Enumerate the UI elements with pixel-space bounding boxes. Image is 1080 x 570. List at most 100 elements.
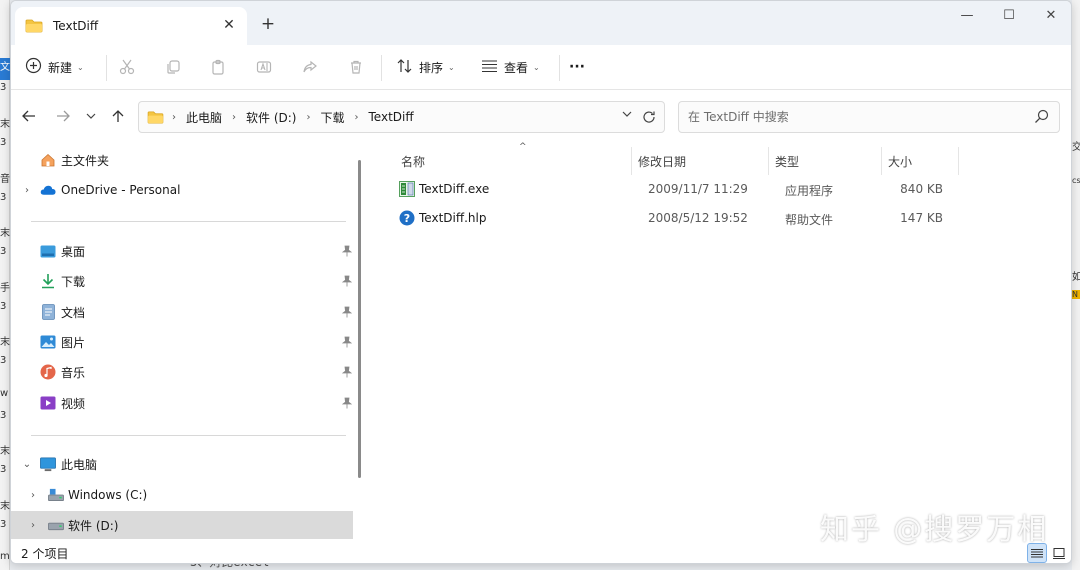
column-header-modified[interactable]: 修改日期 <box>638 147 686 175</box>
column-divider[interactable] <box>631 147 632 175</box>
sidebar-item-onedrive[interactable]: › OneDrive - Personal <box>11 176 353 204</box>
title-bar: TextDiff ✕ + — ☐ ✕ <box>11 1 1071 45</box>
breadcrumb-downloads[interactable]: 下载 <box>320 109 344 126</box>
bg-fragment: 3 <box>0 519 7 530</box>
file-name: TextDiff.exe <box>419 182 490 196</box>
pin-icon[interactable] <box>341 274 353 288</box>
sort-button[interactable]: 排序 ⌄ <box>396 53 455 81</box>
chevron-down-icon[interactable]: ⌄ <box>21 459 33 470</box>
sidebar-item-downloads[interactable]: 下载 <box>11 267 353 295</box>
navigation-pane: 主文件夹 › OneDrive - Personal 桌面 下载 文档 图片 音… <box>11 142 363 541</box>
pin-icon[interactable] <box>341 305 353 319</box>
bg-fragment: 末 <box>0 337 10 348</box>
column-header-size[interactable]: 大小 <box>888 147 912 175</box>
paste-icon[interactable] <box>207 56 229 78</box>
bg-fragment: 末 <box>0 228 10 239</box>
toolbar-divider <box>381 55 382 81</box>
search-box[interactable] <box>678 101 1060 133</box>
chevron-down-icon: ⌄ <box>533 62 540 72</box>
music-icon <box>40 364 56 380</box>
cloud-icon <box>40 182 56 198</box>
forward-button[interactable] <box>53 106 73 126</box>
column-divider[interactable] <box>958 147 959 175</box>
drive-icon <box>48 517 64 533</box>
share-icon[interactable] <box>299 56 321 78</box>
sidebar-divider <box>31 435 346 436</box>
address-history-dropdown[interactable] <box>622 110 632 121</box>
file-row[interactable]: TextDiff.exe 2009/11/7 11:29 应用程序 840 KB <box>391 175 1051 203</box>
pin-icon[interactable] <box>341 335 353 349</box>
desktop-icon <box>40 243 56 259</box>
bg-fragment: 手 <box>0 283 10 294</box>
sidebar-item-this-pc[interactable]: ⌄ 此电脑 <box>11 450 353 478</box>
back-button[interactable] <box>19 106 39 126</box>
new-tab-button[interactable]: + <box>257 13 279 35</box>
tab-textdiff[interactable]: TextDiff ✕ <box>15 7 247 45</box>
breadcrumb-drive-d[interactable]: 软件 (D:) <box>246 109 296 126</box>
bg-fragment: 3 <box>0 192 7 203</box>
sidebar-item-label: Windows (C:) <box>68 488 148 502</box>
address-bar[interactable]: › 此电脑 › 软件 (D:) › 下载 › TextDiff <box>138 101 665 133</box>
column-header-type[interactable]: 类型 <box>775 147 799 175</box>
bg-fragment: 3 <box>0 137 7 148</box>
minimize-button[interactable]: — <box>945 5 989 27</box>
large-icons-view-icon[interactable] <box>1049 543 1069 563</box>
sidebar-item-documents[interactable]: 文档 <box>11 298 353 326</box>
breadcrumb-chevron-icon[interactable]: › <box>172 112 176 123</box>
maximize-button[interactable]: ☐ <box>987 5 1031 27</box>
close-tab-icon[interactable]: ✕ <box>219 15 239 35</box>
bg-fragment: 3 <box>0 82 7 93</box>
pin-icon[interactable] <box>341 396 353 410</box>
new-button[interactable]: 新建 ⌄ <box>25 53 84 81</box>
column-divider[interactable] <box>881 147 882 175</box>
bg-fragment: 3 <box>0 246 7 257</box>
folder-icon <box>147 111 164 124</box>
chevron-right-icon[interactable]: › <box>21 185 33 196</box>
sidebar-item-music[interactable]: 音乐 <box>11 358 353 386</box>
rename-icon[interactable] <box>253 56 275 78</box>
sidebar-item-label: 音乐 <box>61 365 86 380</box>
breadcrumb-chevron-icon[interactable]: › <box>306 112 310 123</box>
sidebar-item-drive-d[interactable]: › 软件 (D:) <box>11 511 353 539</box>
cut-icon[interactable] <box>116 56 138 78</box>
column-header-name[interactable]: 名称 <box>401 147 425 175</box>
computer-icon <box>40 456 56 472</box>
refresh-icon[interactable] <box>640 108 658 126</box>
sidebar-item-drive-c[interactable]: › Windows (C:) <box>11 481 353 509</box>
pin-icon[interactable] <box>341 244 353 258</box>
sidebar-item-label: OneDrive - Personal <box>61 183 181 197</box>
recent-locations-button[interactable] <box>81 106 101 126</box>
chevron-right-icon[interactable]: › <box>27 520 39 531</box>
view-button[interactable]: 查看 ⌄ <box>481 53 540 81</box>
file-row[interactable]: ? TextDiff.hlp 2008/5/12 19:52 帮助文件 147 … <box>391 204 1051 232</box>
breadcrumb-textdiff[interactable]: TextDiff <box>369 110 414 124</box>
search-input[interactable] <box>688 110 1018 124</box>
sidebar-item-label: 软件 (D:) <box>68 518 119 533</box>
more-options-button[interactable]: ··· <box>569 53 585 81</box>
sidebar-item-home[interactable]: 主文件夹 <box>11 146 353 174</box>
chevron-right-icon[interactable]: › <box>27 490 39 501</box>
breadcrumb-this-pc[interactable]: 此电脑 <box>186 109 222 126</box>
file-size: 147 KB <box>900 211 943 225</box>
sidebar-item-desktop[interactable]: 桌面 <box>11 237 353 265</box>
file-explorer-window: TextDiff ✕ + — ☐ ✕ 新建 ⌄ 排序 ⌄ 查看 ⌄ ··· › … <box>10 0 1072 564</box>
command-bar: 新建 ⌄ 排序 ⌄ 查看 ⌄ ··· <box>11 45 1071 90</box>
breadcrumb-chevron-icon[interactable]: › <box>355 112 359 123</box>
up-button[interactable] <box>108 106 128 126</box>
sidebar-divider <box>31 221 346 222</box>
search-icon[interactable] <box>1034 109 1049 127</box>
column-divider[interactable] <box>768 147 769 175</box>
delete-icon[interactable] <box>345 56 367 78</box>
close-window-button[interactable]: ✕ <box>1029 5 1071 27</box>
sidebar-item-pictures[interactable]: 图片 <box>11 328 353 356</box>
sort-label: 排序 <box>419 60 444 75</box>
folder-icon <box>25 19 43 33</box>
sidebar-scrollbar[interactable] <box>358 160 361 478</box>
copy-icon[interactable] <box>162 56 184 78</box>
pin-icon[interactable] <box>341 365 353 379</box>
bg-fragment: 3 <box>0 301 7 312</box>
sidebar-item-videos[interactable]: 视频 <box>11 389 353 417</box>
background-window-left: 文 3 末 3 音 3 末 3 手 3 末 3 w 3 末 3 末 3 m <box>0 0 10 570</box>
toolbar-divider <box>106 55 107 81</box>
breadcrumb-chevron-icon[interactable]: › <box>232 112 236 123</box>
